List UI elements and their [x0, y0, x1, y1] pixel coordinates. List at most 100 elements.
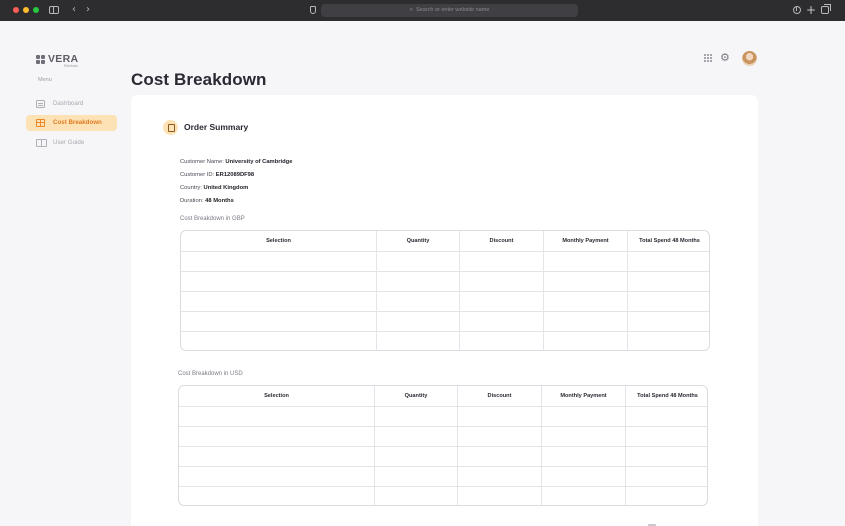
sidebar-item-dashboard[interactable]: Dashboard [26, 96, 117, 112]
order-summary-card: Order Summary Customer Name: University … [131, 95, 758, 526]
table-cell [181, 332, 376, 350]
address-placeholder: Search or enter website name [416, 7, 490, 13]
table-cell [543, 292, 627, 311]
table-cell [376, 272, 459, 291]
column-header-label: Discount [489, 238, 514, 244]
table-cell [376, 292, 459, 311]
address-bar[interactable]: ⌕ Search or enter website name [321, 4, 578, 17]
sidebar-item-label: Cost Breakdown [53, 119, 102, 126]
field-label: Customer Name: [180, 159, 226, 165]
apps-grid-icon[interactable] [704, 54, 712, 62]
sidebar-item-cost-breakdown[interactable]: Cost Breakdown [26, 115, 117, 131]
table-cell [459, 252, 543, 271]
table-cell [179, 467, 374, 486]
table-cell [374, 427, 457, 446]
table-cell [374, 407, 457, 426]
table-cell [459, 292, 543, 311]
table-row [179, 466, 707, 486]
column-header-label: Quantity [404, 393, 428, 399]
menu-label: Menu [38, 77, 52, 83]
table-cell [459, 272, 543, 291]
table-cell [179, 487, 374, 505]
table-cell [181, 252, 376, 271]
table-row [179, 486, 707, 505]
browser-toolbar: ‹ › ⌕ Search or enter website name + [0, 0, 845, 21]
duration-line: Duration: 48 Months [180, 197, 234, 205]
usd-table-caption: Cost Breakdown in USD [178, 371, 243, 377]
table-cell [541, 487, 625, 505]
sidebar-item-label: Dashboard [53, 100, 84, 107]
column-header-label: Total Spend 48 Months [639, 238, 700, 244]
country-value: United Kingdom [203, 185, 249, 191]
downloads-icon[interactable] [793, 6, 801, 14]
table-cell [627, 292, 709, 311]
page-title: Cost Breakdown [131, 70, 267, 89]
search-icon: ⌕ [409, 7, 413, 13]
user-avatar[interactable] [742, 51, 757, 66]
table-cell [627, 272, 709, 291]
table-cell [179, 447, 374, 466]
table-header-cell: Monthly Payment [541, 386, 625, 406]
table-header-cell: Quantity [374, 386, 457, 406]
field-label: Customer ID: [180, 172, 216, 178]
table-header-cell: Total Spend 48 Months [625, 386, 707, 406]
order-summary-title: Order Summary [184, 122, 249, 132]
logo-subtext: Rentals [64, 63, 78, 68]
table-header-cell: Selection [179, 386, 374, 406]
table-row [179, 406, 707, 426]
column-header-label: Selection [264, 393, 289, 399]
table-cell [457, 427, 541, 446]
table-cell [625, 427, 707, 446]
customer-id-line: Customer ID: ER12089DF98 [180, 171, 254, 179]
column-header-label: Quantity [406, 238, 430, 244]
column-header-label: Discount [487, 393, 512, 399]
new-tab-icon[interactable]: + [806, 3, 816, 17]
table-cell [459, 332, 543, 350]
privacy-shield-icon[interactable] [310, 6, 316, 14]
table-header-cell: Discount [459, 231, 543, 251]
table-row [179, 446, 707, 466]
forward-icon[interactable]: › [86, 4, 90, 16]
tab-overview-icon[interactable] [821, 4, 831, 14]
sidebar-item-label: User Guide [53, 139, 85, 146]
table-row [181, 311, 709, 331]
table-cell [543, 332, 627, 350]
customer-id-value: ER12089DF98 [215, 172, 255, 178]
sidebar-item-user-guide[interactable]: User Guide [26, 135, 117, 151]
table-cell [374, 487, 457, 505]
table-cell [374, 467, 457, 486]
table-cell [625, 447, 707, 466]
close-window-button[interactable] [13, 7, 19, 13]
table-cell [541, 407, 625, 426]
column-header-label: Total Spend 48 Months [637, 393, 698, 399]
table-cell [625, 407, 707, 426]
minimize-window-button[interactable] [23, 7, 29, 13]
table-cell [541, 427, 625, 446]
table-icon [36, 119, 45, 127]
customer-name-line: Customer Name: University of Cambridge [180, 158, 292, 166]
table-header-cell: Discount [457, 386, 541, 406]
logo-mark-icon [36, 55, 46, 64]
field-label: Duration: [180, 198, 206, 204]
table-header-cell: Monthly Payment [543, 231, 627, 251]
app-viewport: VERA Rentals Menu Dashboard Cost Breakdo… [0, 21, 845, 526]
back-icon[interactable]: ‹ [72, 4, 76, 16]
table-header-cell: Quantity [376, 231, 459, 251]
gear-icon[interactable]: ⚙ [720, 52, 730, 64]
table-cell [627, 332, 709, 350]
table-row [181, 251, 709, 271]
table-cell [181, 312, 376, 331]
maximize-window-button[interactable] [33, 7, 39, 13]
document-icon [163, 120, 178, 135]
table-row [181, 271, 709, 291]
column-header-label: Selection [266, 238, 291, 244]
customer-name-value: University of Cambridge [225, 159, 293, 165]
table-cell [179, 407, 374, 426]
sidebar-toggle-icon[interactable] [49, 6, 59, 14]
table-cell [543, 252, 627, 271]
table-cell [181, 292, 376, 311]
table-header-cell: Total Spend 48 Months [627, 231, 709, 251]
table-cell [541, 447, 625, 466]
table-header-row: Selection Quantity Discount Monthly Payment… [181, 231, 709, 251]
table-cell [541, 467, 625, 486]
